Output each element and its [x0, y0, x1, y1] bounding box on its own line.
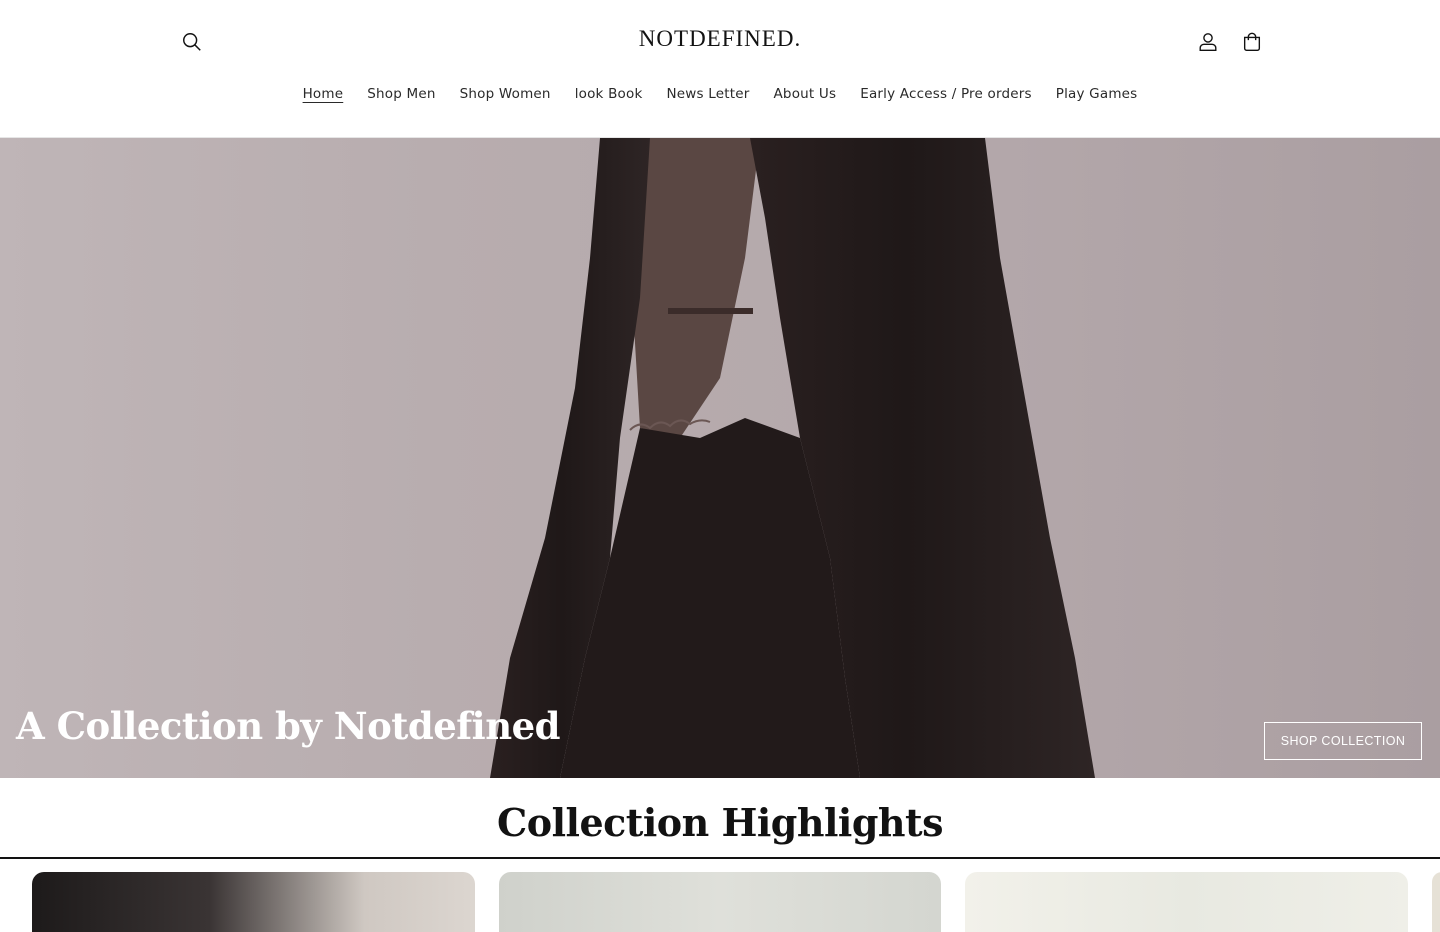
nav-news-letter[interactable]: News Letter [654, 84, 761, 104]
cart-icon[interactable] [1230, 20, 1274, 64]
nav-shop-women[interactable]: Shop Women [448, 84, 563, 104]
nav-play-games[interactable]: Play Games [1044, 84, 1150, 104]
nav-look-book[interactable]: look Book [563, 84, 655, 104]
site-header: NOTDEFINED. Home Shop Men Shop Women loo… [0, 0, 1440, 138]
collection-card[interactable] [1432, 872, 1440, 932]
main-nav: Home Shop Men Shop Women look Book News … [0, 84, 1440, 104]
divider [0, 857, 1440, 859]
nav-shop-men[interactable]: Shop Men [355, 84, 447, 104]
collection-card[interactable] [32, 872, 475, 932]
logo-link[interactable]: NOTDEFINED. [639, 26, 801, 51]
collection-card[interactable] [499, 872, 941, 932]
hero-banner: A Collection by Notdefined SHOP COLLECTI… [0, 138, 1440, 778]
collection-highlights-title: Collection Highlights [496, 800, 944, 845]
nav-about-us[interactable]: About Us [761, 84, 848, 104]
nav-home[interactable]: Home [291, 84, 356, 104]
account-icon[interactable] [1186, 20, 1230, 64]
hero-image [490, 138, 1095, 778]
hero-title: A Collection by Notdefined [16, 704, 561, 748]
collection-card[interactable] [965, 872, 1408, 932]
shop-collection-button[interactable]: SHOP COLLECTION [1264, 722, 1422, 760]
nav-early-access[interactable]: Early Access / Pre orders [848, 84, 1044, 104]
